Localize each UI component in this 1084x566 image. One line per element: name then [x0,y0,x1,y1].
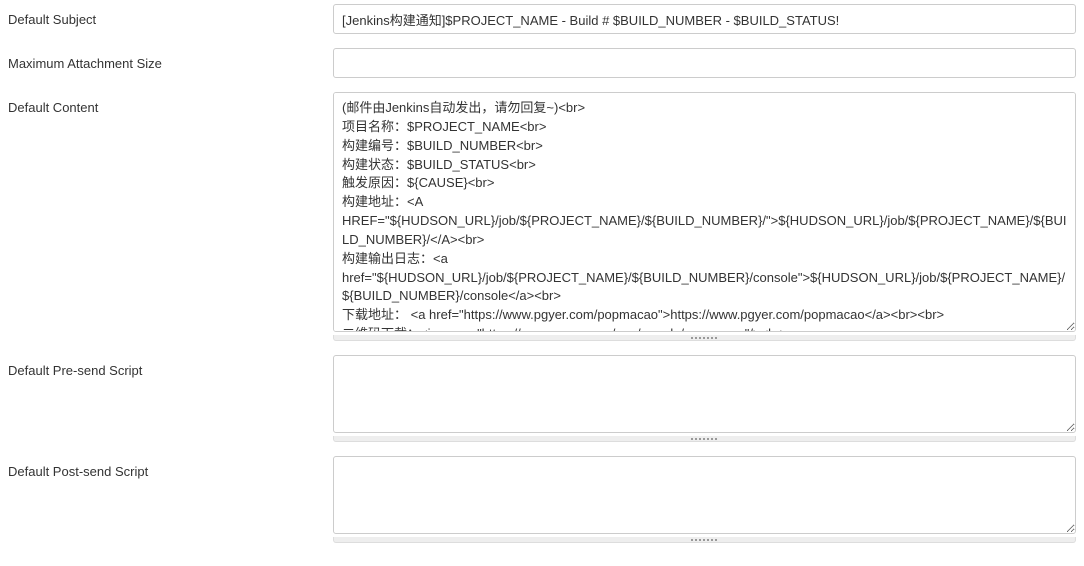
default-content-textarea[interactable] [333,92,1076,332]
label-default-subject: Default Subject [8,4,333,27]
resize-handle[interactable] [333,537,1076,543]
resize-handle[interactable] [333,436,1076,442]
label-max-attachment: Maximum Attachment Size [8,48,333,71]
max-attachment-input[interactable] [333,48,1076,78]
label-pre-send-script: Default Pre-send Script [8,355,333,378]
resize-handle[interactable] [333,335,1076,341]
pre-send-script-textarea[interactable] [333,355,1076,433]
default-subject-input[interactable] [333,4,1076,34]
post-send-script-textarea[interactable] [333,456,1076,534]
label-default-content: Default Content [8,92,333,115]
label-post-send-script: Default Post-send Script [8,456,333,479]
